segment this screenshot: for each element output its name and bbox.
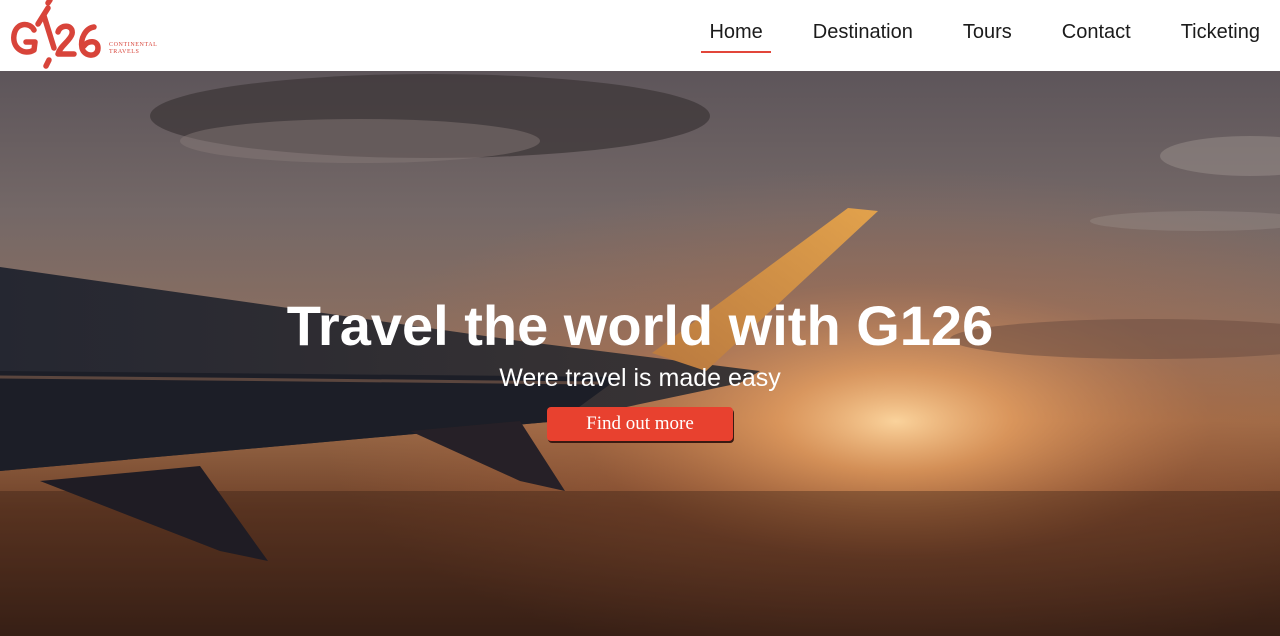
- nav-item-home[interactable]: Home: [701, 0, 772, 64]
- logo-tagline-line1: CONTINENTAL: [109, 42, 158, 48]
- hero-title: Travel the world with G126: [286, 294, 994, 357]
- find-out-more-button[interactable]: Find out more: [547, 407, 733, 441]
- main-nav: Home Destination Tours Contact Ticketing: [667, 0, 1268, 64]
- nav-item-contact[interactable]: Contact: [1054, 0, 1139, 64]
- hero-content: Travel the world with G126 Were travel i…: [0, 293, 1280, 441]
- nav-item-ticketing[interactable]: Ticketing: [1173, 0, 1268, 64]
- logo-tagline: CONTINENTAL TRAVELS: [109, 42, 157, 56]
- brand-logo[interactable]: CONTINENTAL TRAVELS: [8, 0, 178, 71]
- logo-tagline-line2: TRAVELS: [109, 49, 140, 55]
- hero-section: Travel the world with G126 Were travel i…: [0, 71, 1280, 636]
- nav-item-destination[interactable]: Destination: [805, 0, 921, 64]
- nav-item-tours[interactable]: Tours: [955, 0, 1020, 64]
- site-header: CONTINENTAL TRAVELS Home Destination Tou…: [0, 0, 1280, 71]
- hero-subtitle: Were travel is made easy: [499, 364, 781, 392]
- g126-logo-icon: [11, 0, 101, 69]
